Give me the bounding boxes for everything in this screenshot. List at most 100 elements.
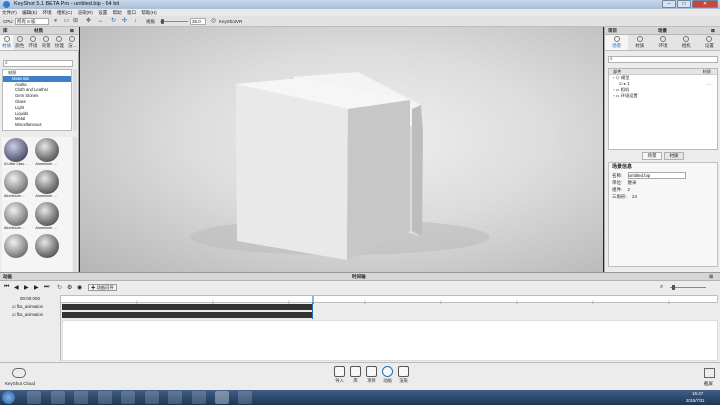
minimize-button[interactable]: – — [662, 0, 676, 8]
fov-input[interactable]: 35.0 — [190, 18, 206, 25]
start-button[interactable] — [2, 391, 15, 404]
move-icon[interactable]: ✥ — [85, 18, 92, 25]
camera-icon[interactable]: ◉ — [77, 284, 82, 291]
thumbs-scrollbar[interactable] — [73, 137, 77, 287]
timeline-ruler[interactable] — [60, 295, 718, 304]
close-icon[interactable]: ⊠ — [70, 27, 74, 35]
step-back-icon[interactable]: ◀ — [14, 284, 19, 291]
library-search-input[interactable]: ⌕ — [3, 60, 73, 67]
menu-help2[interactable]: 帮助 — [113, 9, 122, 16]
menu-environment[interactable]: 环境 — [43, 9, 52, 16]
loop-icon[interactable]: ↻ — [57, 284, 62, 291]
taskbar-app-icon[interactable] — [51, 391, 65, 404]
cloud-icon[interactable] — [12, 368, 26, 378]
taskbar-app-icon[interactable] — [98, 391, 112, 404]
tab-camera[interactable]: 相机 — [675, 35, 698, 50]
material-thumb[interactable]: Aluminum … — [35, 202, 61, 232]
menu-render[interactable]: 渲染(R) — [78, 9, 93, 16]
close-button[interactable]: ✕ — [692, 0, 718, 8]
keyshotvr-button[interactable]: KeyShotVR — [219, 18, 242, 25]
step-forward-icon[interactable]: ▶ — [34, 284, 39, 291]
menu-file[interactable]: 文件(F) — [2, 9, 17, 16]
project-button[interactable]: 项目 — [364, 366, 379, 384]
screenshot-icon[interactable] — [704, 368, 715, 378]
cpu-select[interactable]: 所有 8 核 — [15, 18, 49, 25]
animation-clip[interactable] — [62, 312, 312, 318]
menu-help[interactable]: 帮助(H) — [141, 9, 156, 16]
taskbar-app-icon[interactable] — [74, 391, 88, 404]
menu-edit[interactable]: 编辑(E) — [22, 9, 37, 16]
fov-slider-handle[interactable] — [161, 19, 164, 24]
tab-scene[interactable]: 场景 — [605, 35, 629, 50]
material-thumb[interactable]: Aluminum … — [35, 138, 61, 168]
menu-window[interactable]: 窗口 — [127, 9, 136, 16]
import-button[interactable]: 导入 — [332, 366, 347, 384]
menu-settings[interactable]: 设置 — [98, 9, 107, 16]
grid-icon[interactable]: ⊞ — [72, 18, 79, 25]
material-preview — [4, 138, 28, 162]
material-icon — [636, 36, 643, 42]
fov-slider-track[interactable] — [160, 21, 188, 22]
material-thumb[interactable]: A Little Lilac… — [4, 138, 30, 168]
tab-backgrounds[interactable]: 背景 — [40, 35, 53, 50]
fit-icon[interactable]: ✣ — [121, 18, 128, 25]
material-preview — [35, 170, 60, 194]
track-area[interactable] — [62, 320, 718, 361]
subtab-scene[interactable]: 场景 — [642, 152, 662, 160]
taskbar-app-icon[interactable] — [192, 391, 206, 404]
play-icon[interactable]: ▶ — [24, 284, 29, 291]
layout-icon[interactable]: ▭ — [63, 18, 70, 25]
scene-item-environment[interactable]: ▫ ▭ 环境设置 — [609, 93, 717, 99]
material-thumb[interactable]: Aluminum … — [35, 170, 61, 200]
close-icon[interactable]: ⊠ — [711, 27, 715, 35]
animation-button[interactable]: 动画 — [380, 366, 395, 384]
tab-colors[interactable]: 颜色 — [13, 35, 26, 50]
tree-scrollbar[interactable] — [73, 69, 77, 131]
tab-environment[interactable]: 环境 — [651, 35, 674, 50]
settings-icon[interactable]: ⚙ — [67, 284, 72, 291]
tab-renders[interactable]: 渲… — [66, 35, 79, 50]
tab-textures[interactable]: 纹理 — [53, 35, 66, 50]
timeline-zoom-slider[interactable] — [670, 287, 706, 288]
down-arrow-icon[interactable]: ↓ — [132, 18, 139, 25]
render-button[interactable]: 渲染 — [396, 366, 411, 384]
timeline-zoom-handle[interactable] — [672, 285, 675, 290]
tab-materials[interactable]: 材质 — [0, 35, 14, 50]
tab-settings[interactable]: 设置 — [698, 35, 720, 50]
material-tree: 材质 Materials Axalta Cloth and Leather Ge… — [2, 69, 72, 131]
material-thumb[interactable] — [35, 234, 61, 264]
material-thumb[interactable]: Aluminum … — [4, 170, 30, 200]
taskbar-app-icon[interactable] — [238, 391, 252, 404]
pan-icon[interactable]: ↔ — [97, 18, 104, 25]
material-thumb[interactable] — [4, 234, 30, 264]
material-preview — [4, 170, 28, 194]
taskbar-keyshot-icon[interactable] — [215, 391, 229, 404]
skip-forward-icon[interactable]: ⏭ — [44, 284, 49, 291]
scene-search-input[interactable]: ⌕ — [608, 56, 718, 63]
keyshotvr-icon[interactable]: ◎ — [210, 18, 217, 25]
library-button[interactable]: 库 — [348, 366, 363, 384]
material-thumb[interactable]: Aluminum … — [4, 202, 30, 232]
animation-wizard-button[interactable]: ✚ 动画向导 — [88, 284, 117, 291]
taskbar-app-icon[interactable] — [168, 391, 182, 404]
taskbar-app-icon[interactable] — [145, 391, 159, 404]
maximize-button[interactable]: □ — [677, 0, 691, 8]
refresh-icon[interactable]: ↻ — [110, 18, 117, 25]
tab-environments[interactable]: 环境 — [26, 35, 39, 50]
render-icon — [398, 366, 409, 377]
pause-icon[interactable]: ⏸ — [52, 18, 59, 25]
tree-item[interactable]: Miscellaneous — [3, 122, 71, 128]
scene-name-field[interactable]: untitled.bip — [627, 172, 686, 179]
render-viewport[interactable] — [80, 27, 603, 272]
screenshot-label[interactable]: 截屏 — [704, 381, 713, 387]
close-icon[interactable]: ⊠ — [709, 273, 713, 281]
taskbar-app-icon[interactable] — [27, 391, 41, 404]
animation-clip[interactable] — [62, 304, 312, 310]
taskbar-app-icon[interactable] — [121, 391, 135, 404]
menu-camera[interactable]: 相机(C) — [57, 9, 72, 16]
keyshot-cloud-label[interactable]: KeyShot Cloud — [5, 381, 35, 386]
subtab-material[interactable]: 材质 — [664, 152, 684, 160]
tab-material[interactable]: 材质 — [628, 35, 651, 50]
skip-back-icon[interactable]: ⏮ — [4, 284, 9, 291]
playhead[interactable] — [312, 303, 313, 319]
